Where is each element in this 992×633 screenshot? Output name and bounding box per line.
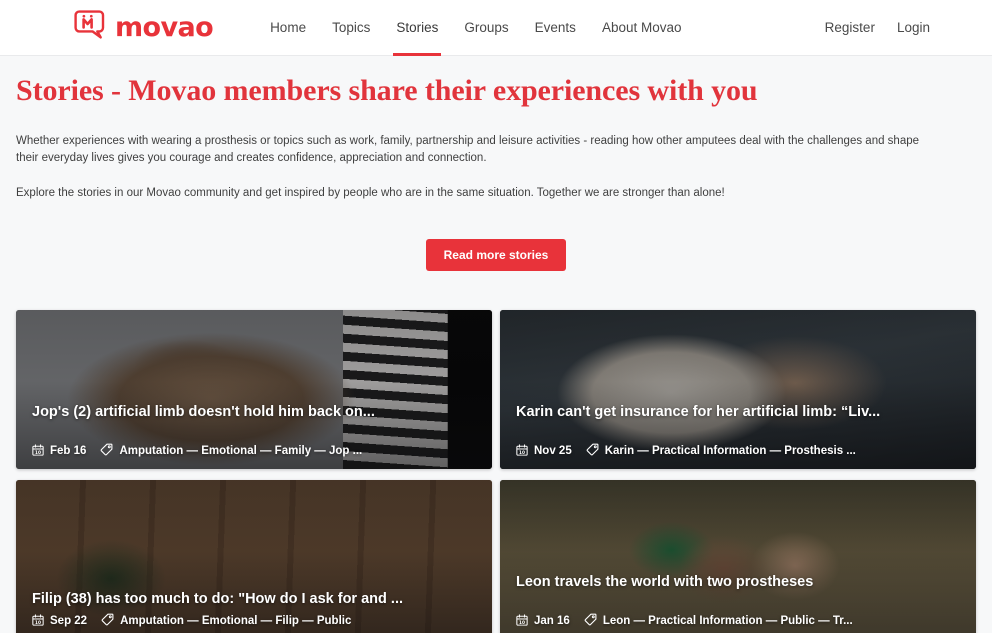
story-card-tags: Amputation — Emotional — Family — Jop ..… <box>119 445 363 458</box>
auth-navigation: Register Login <box>825 20 930 35</box>
story-card[interactable]: Jop's (2) artificial limb doesn't hold h… <box>16 310 492 470</box>
story-card-tags: Karin — Practical Information — Prosthes… <box>604 445 856 458</box>
story-card-date: Feb 16 <box>50 445 87 458</box>
nav-item-home[interactable]: Home <box>270 0 306 56</box>
read-more-stories-button[interactable]: Read more stories <box>425 238 567 272</box>
brand-logo-link[interactable]: movao <box>74 10 214 45</box>
login-link[interactable]: Login <box>897 20 930 35</box>
calendar-icon: 10 <box>516 614 528 629</box>
calendar-icon: 10 <box>32 614 44 629</box>
svg-text:10: 10 <box>519 450 525 456</box>
svg-text:10: 10 <box>519 620 525 626</box>
story-card-title: Karin can't get insurance for her artifi… <box>516 403 881 420</box>
tag-icon <box>100 443 113 459</box>
nav-item-stories[interactable]: Stories <box>393 0 442 56</box>
svg-text:10: 10 <box>35 620 41 626</box>
card-overlay <box>500 480 976 633</box>
nav-item-events[interactable]: Events <box>535 0 576 56</box>
story-card-date: Nov 25 <box>534 445 572 458</box>
intro-text: Whether experiences with wearing a prost… <box>16 133 976 203</box>
story-card-title: Filip (38) has too much to do: "How do I… <box>32 590 403 607</box>
cta-container: Read more stories <box>16 238 976 272</box>
story-card[interactable]: Leon travels the world with two prosthes… <box>500 480 976 633</box>
story-card-date: Jan 16 <box>534 615 570 628</box>
card-overlay <box>16 480 492 633</box>
intro-paragraph-2: Explore the stories in our Movao communi… <box>16 187 725 200</box>
intro-paragraph-1: Whether experiences with wearing a prost… <box>16 134 920 165</box>
nav-item-topics[interactable]: Topics <box>332 0 370 56</box>
story-card-date: Sep 22 <box>50 615 88 628</box>
nav-item-groups[interactable]: Groups <box>464 0 508 56</box>
page-content: Stories - Movao members share their expe… <box>0 74 992 633</box>
movao-speech-bubble-m-logo-icon <box>74 10 108 45</box>
tag-icon <box>101 613 114 629</box>
tag-icon <box>586 443 599 459</box>
story-card-meta: 10 Nov 25 Karin — Practical Information … <box>516 443 964 459</box>
calendar-icon: 10 <box>516 444 528 459</box>
main-navigation: Home Topics Stories Groups Events About … <box>270 0 682 56</box>
brand-wordmark: movao <box>115 12 214 43</box>
story-card-meta: 10 Jan 16 Leon — Practical Information —… <box>516 613 964 629</box>
page-title: Stories - Movao members share their expe… <box>16 74 758 107</box>
nav-item-about-movao[interactable]: About Movao <box>602 0 682 56</box>
story-card-grid: Jop's (2) artificial limb doesn't hold h… <box>16 310 976 633</box>
story-card-title: Leon travels the world with two prosthes… <box>516 573 814 590</box>
site-header: movao Home Topics Stories Groups Events … <box>0 0 992 56</box>
tag-icon <box>584 613 597 629</box>
story-card[interactable]: Karin can't get insurance for her artifi… <box>500 310 976 470</box>
calendar-icon: 10 <box>32 444 44 459</box>
story-card[interactable]: Filip (38) has too much to do: "How do I… <box>16 480 492 633</box>
story-card-tags: Leon — Practical Information — Public — … <box>602 615 853 628</box>
svg-text:10: 10 <box>35 450 41 456</box>
story-card-meta: 10 Feb 16 Amputation — Emotional — Famil… <box>32 443 480 459</box>
story-card-title: Jop's (2) artificial limb doesn't hold h… <box>32 403 375 420</box>
register-link[interactable]: Register <box>825 20 875 35</box>
story-card-meta: 10 Sep 22 Amputation — Emotional — Filip… <box>32 613 480 629</box>
story-card-tags: Amputation — Emotional — Filip — Public <box>120 615 352 628</box>
